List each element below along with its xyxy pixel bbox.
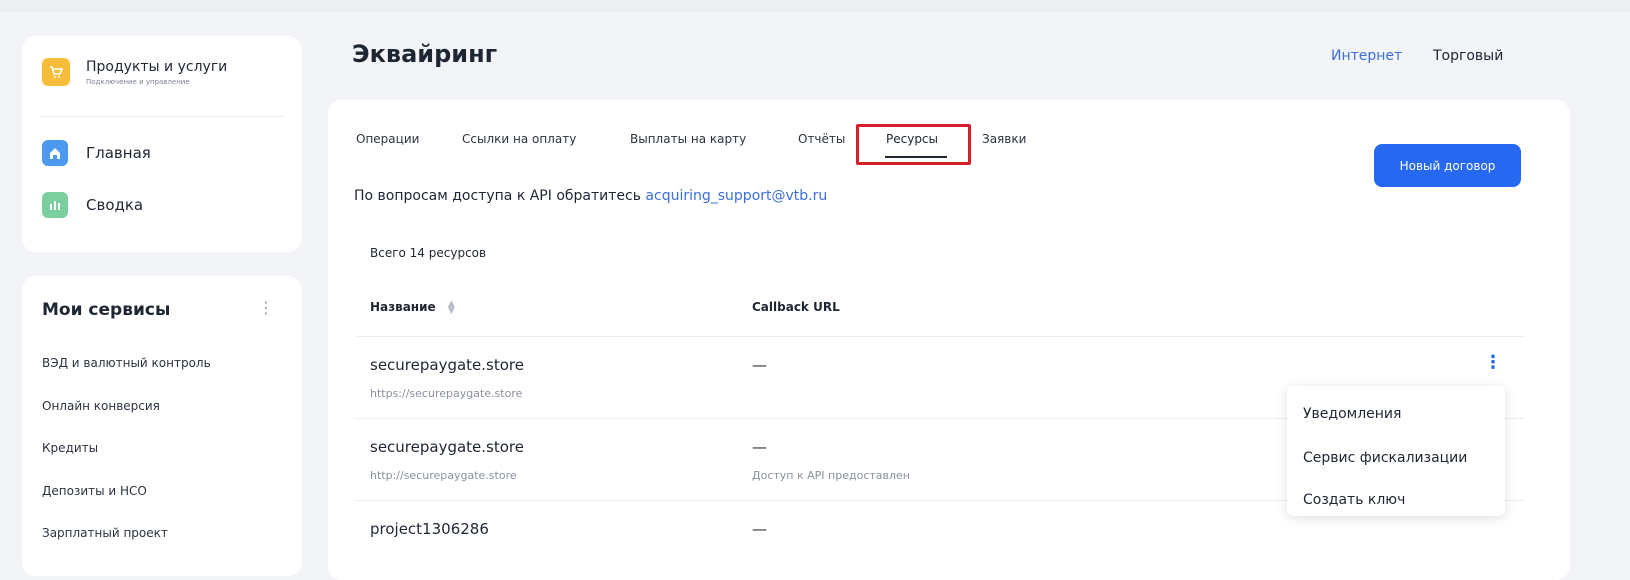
my-services-card: Мои сервисы ⋮ ВЭД и валютный контроль Он… [22,276,302,576]
header-link-internet[interactable]: Интернет [1331,48,1402,64]
api-notice: По вопросам доступа к API обратитесь acq… [354,188,827,204]
sidebar-divider [40,116,284,117]
home-icon [42,140,68,166]
sidebar-item-summary[interactable]: Сводка [42,192,143,218]
sidebar-item-label: Главная [86,144,151,162]
tab-operations[interactable]: Операции [356,132,419,146]
service-item[interactable]: Кредиты [42,439,211,482]
more-vertical-icon[interactable]: ⋮ [258,298,274,317]
service-item[interactable]: Зарплатный проект [42,524,211,567]
tab-card-payouts[interactable]: Выплаты на карту [630,132,746,146]
resource-name: securepaygate.store [370,438,524,456]
page-title: Эквайринг [352,40,498,68]
menu-item-notifications[interactable]: Уведомления [1303,406,1401,422]
row-divider [354,336,1524,337]
cart-icon [42,58,70,86]
top-strip [0,0,1630,12]
service-item[interactable]: Онлайн конверсия [42,397,211,440]
menu-item-fiscalization[interactable]: Сервис фискализации [1303,450,1467,466]
service-item[interactable]: ВЭД и валютный контроль [42,354,211,397]
sidebar-item-home[interactable]: Главная [42,140,151,166]
sidebar-item-label: Сводка [86,196,144,214]
products-subtitle: Подключение и управление [86,77,190,86]
services-list: ВЭД и валютный контроль Онлайн конверсия… [42,354,211,567]
column-header-name[interactable]: Название ▲ ▼ [370,299,455,315]
resource-name: securepaygate.store [370,356,524,374]
products-services-link[interactable]: Продукты и услуги Подключение и управлен… [42,58,227,86]
resource-name: project1306286 [370,520,489,538]
column-header-label: Название [370,300,436,314]
row-actions-menu: Уведомления Сервис фискализации Создать … [1287,386,1505,516]
resource-url: http://securepaygate.store [370,469,517,482]
header-link-trade[interactable]: Торговый [1433,48,1503,64]
my-services-title: Мои сервисы [42,300,171,320]
api-notice-text: По вопросам доступа к API обратитесь [354,188,641,204]
total-resources: Всего 14 ресурсов [370,246,487,260]
highlight-box [856,124,971,165]
tab-reports[interactable]: Отчёты [798,132,845,146]
tab-requests[interactable]: Заявки [982,132,1026,146]
products-title: Продукты и услуги [86,58,228,75]
callback-url: — [752,356,767,374]
callback-url: — [752,438,767,456]
callback-url: — [752,520,767,538]
support-email-link[interactable]: acquiring_support@vtb.ru [645,188,827,204]
sort-icon[interactable]: ▲ ▼ [448,299,455,315]
column-header-callback: Callback URL [752,300,840,314]
resource-url: https://securepaygate.store [370,387,523,400]
menu-item-create-key[interactable]: Создать ключ [1303,492,1405,508]
api-access-status: Доступ к API предоставлен [752,469,910,482]
sidebar-main-card: Продукты и услуги Подключение и управлен… [22,36,302,252]
row-menu-icon[interactable]: ⋮ [1484,352,1502,373]
chart-icon [42,192,68,218]
new-contract-button[interactable]: Новый договор [1374,144,1521,187]
service-item[interactable]: Депозиты и НСО [42,482,211,525]
tab-payment-links[interactable]: Ссылки на оплату [462,132,576,146]
